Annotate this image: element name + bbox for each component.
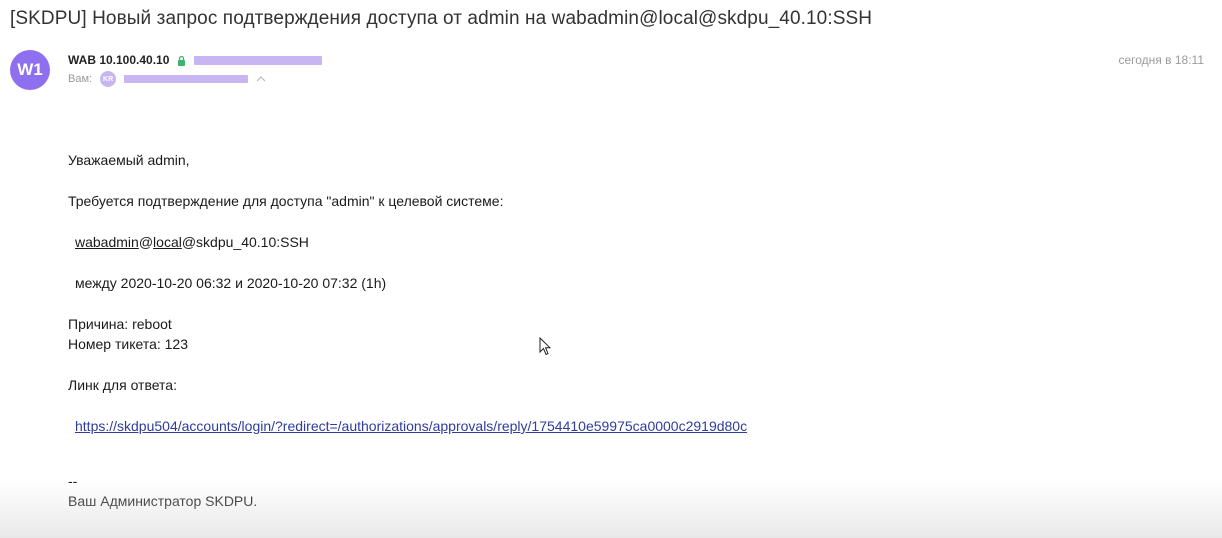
target-domain-link[interactable]: local: [153, 234, 182, 250]
target-system: wabadmin@local@skdpu_40.10:SSH: [75, 234, 309, 250]
target-user-link[interactable]: wabadmin: [75, 234, 139, 250]
reply-link-label: Линк для ответа:: [68, 377, 177, 393]
intro-text: Требуется подтверждение для доступа "adm…: [68, 193, 504, 209]
reason: Причина: reboot: [68, 316, 172, 332]
signature: Ваш Администратор SKDPU.: [68, 493, 258, 509]
sender-name[interactable]: WAB 10.100.40.10: [68, 53, 169, 67]
sender-line: WAB 10.100.40.10: [68, 53, 323, 67]
signature-dashes: --: [68, 473, 78, 489]
mouse-cursor-icon: [539, 337, 551, 356]
access-period: между 2020-10-20 06:32 и 2020-10-20 07:3…: [75, 275, 387, 291]
reply-link[interactable]: https://skdpu504/accounts/login/?redirec…: [75, 418, 747, 434]
lock-icon: [178, 55, 186, 66]
ticket-number: Номер тикета: 123: [68, 336, 188, 352]
recipient-label: Вам:: [68, 73, 93, 85]
email-header: W1 WAB 10.100.40.10 Вам: KR сегодня в 18…: [10, 50, 1204, 94]
recipient-avatar[interactable]: KR: [100, 71, 117, 87]
email-view: [SKDPU] Новый запрос подтверждения досту…: [0, 0, 1222, 538]
recipient-email-redacted: [124, 75, 249, 83]
greeting: Уважаемый admin,: [68, 152, 190, 168]
email-body: Уважаемый admin, Требуется подтверждение…: [68, 150, 747, 511]
sender-avatar[interactable]: W1: [10, 50, 50, 90]
email-date: сегодня в 18:11: [1118, 53, 1204, 67]
chevron-up-icon[interactable]: [256, 75, 266, 83]
sender-email-redacted: [194, 55, 323, 65]
email-subject: [SKDPU] Новый запрос подтверждения досту…: [10, 8, 873, 29]
recipient-line: Вам: KR: [68, 71, 266, 87]
